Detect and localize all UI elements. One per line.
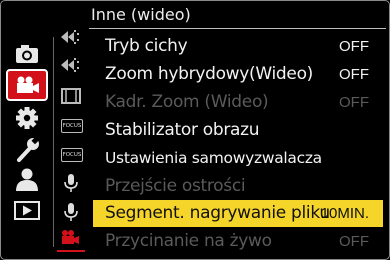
af-indicator-icon — [61, 30, 79, 44]
row-value: OFF — [339, 94, 369, 111]
row-label: Tryb cichy — [105, 36, 188, 56]
menu-row-focus-transition[interactable]: Przejście ostrości — [93, 173, 383, 200]
focus-frame-icon: FOCUS — [61, 148, 83, 162]
menu-row-self-timer-settings[interactable]: Ustawienia samowyzwalacza — [93, 145, 383, 172]
playback-icon — [14, 201, 40, 220]
page-icon-1[interactable] — [59, 27, 83, 47]
menu-row-image-stabilizer[interactable]: Stabilizator obrazu — [93, 117, 383, 144]
page-icon-7[interactable] — [59, 202, 83, 222]
tab-video[interactable] — [6, 69, 48, 101]
video-camera-small-icon — [62, 230, 79, 244]
page-icon-8-active[interactable] — [57, 228, 85, 252]
row-value: 10MIN. — [320, 205, 369, 222]
row-label: Przycinanie na żywo — [105, 231, 272, 251]
camera-icon — [16, 45, 38, 63]
page-icon-4[interactable]: FOCUS — [59, 115, 83, 135]
row-label: Kadr. Zoom (Wideo) — [105, 92, 269, 112]
header-divider — [89, 28, 386, 29]
row-label: Ustawienia samowyzwalacza — [105, 149, 322, 167]
tab-playback[interactable] — [7, 196, 47, 226]
row-label: Zoom hybrydowy(Wideo) — [105, 64, 314, 84]
page-icon-3[interactable] — [59, 86, 83, 106]
tab-photo[interactable] — [7, 39, 47, 69]
video-camera-icon — [17, 76, 39, 93]
menu-row-silent-mode[interactable]: Tryb cichy OFF — [93, 33, 383, 60]
row-value: OFF — [339, 38, 369, 55]
person-icon — [16, 168, 38, 191]
af-indicator-icon — [61, 58, 79, 72]
sidebar-divider — [53, 37, 54, 247]
page-icon-5[interactable]: FOCUS — [59, 144, 83, 164]
menu-row-hybrid-zoom[interactable]: Zoom hybrydowy(Wideo) OFF — [93, 61, 383, 88]
row-value: OFF — [339, 66, 369, 83]
page-icon-2[interactable] — [59, 55, 83, 75]
row-label: Stabilizator obrazu — [105, 120, 260, 140]
menu-row-segmented-recording[interactable]: Segment. nagrywanie pliku 10MIN. — [93, 200, 383, 227]
row-label: Segment. nagrywanie pliku — [105, 203, 330, 223]
menu-row-crop-zoom[interactable]: Kadr. Zoom (Wideo) OFF — [93, 89, 383, 116]
gear-icon — [16, 107, 38, 129]
menu-screen: Inne (wideo) FOCUS FOCUS Tryb cichy OFF … — [0, 0, 390, 260]
film-strip-icon — [61, 88, 81, 104]
tab-custom[interactable] — [7, 103, 47, 133]
row-value: OFF — [339, 233, 369, 250]
microphone-icon — [64, 203, 78, 221]
menu-row-live-cropping[interactable]: Przycinanie na żywo OFF — [93, 228, 383, 255]
tab-setup[interactable] — [7, 135, 47, 165]
focus-frame-icon: FOCUS — [61, 119, 83, 133]
menu-title: Inne (wideo) — [91, 5, 191, 24]
tab-my-menu[interactable] — [7, 165, 47, 195]
microphone-icon — [64, 174, 78, 192]
row-label: Przejście ostrości — [105, 176, 246, 196]
page-icon-6[interactable] — [59, 173, 83, 193]
wrench-icon — [17, 136, 40, 162]
